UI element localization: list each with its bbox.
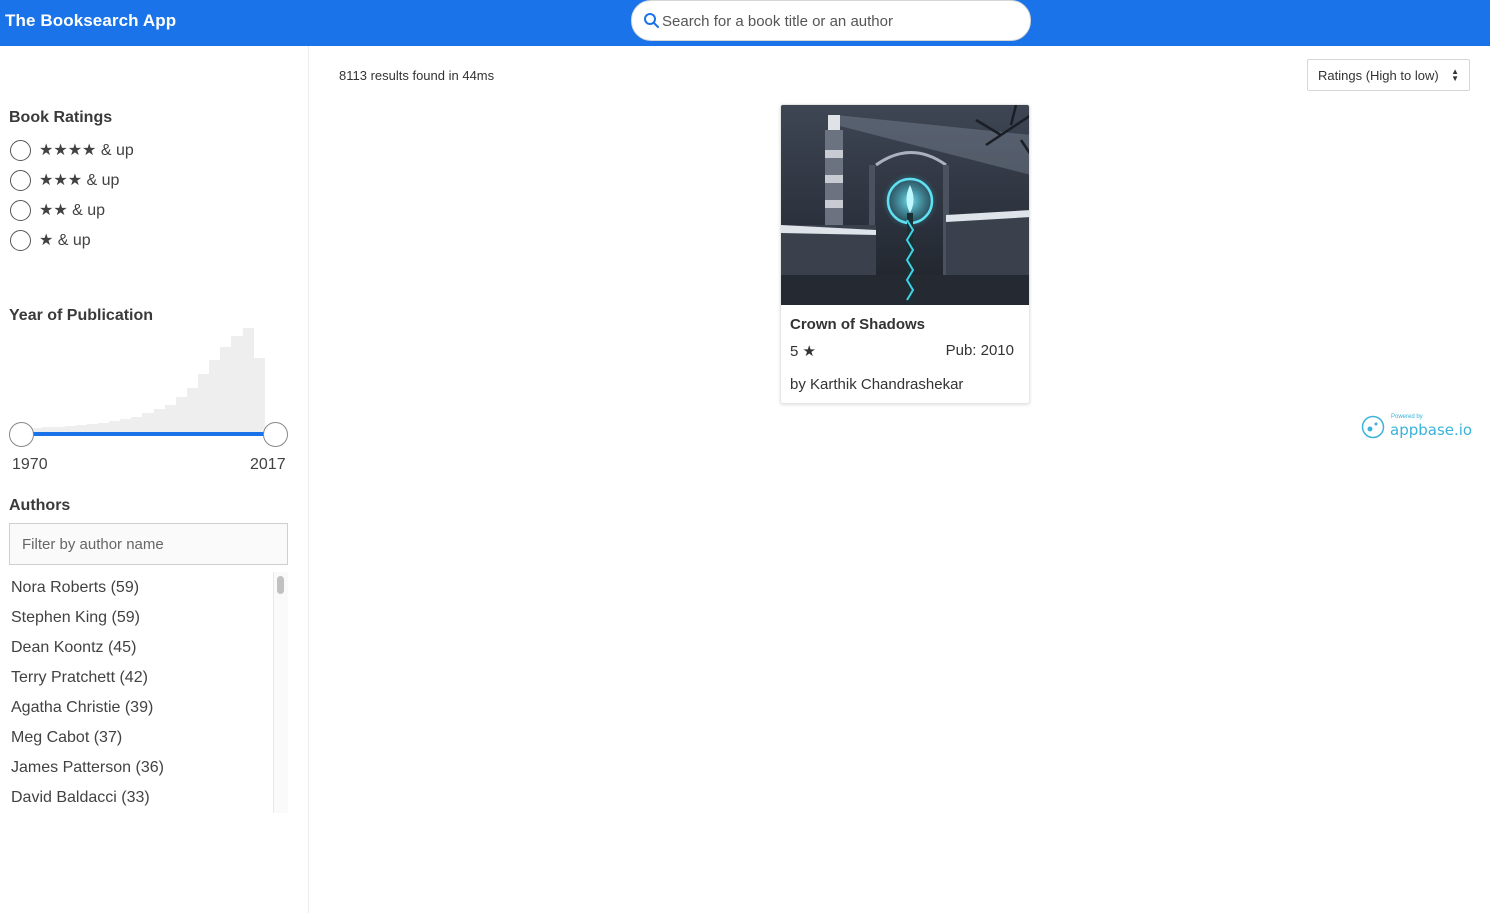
author-list-scrollbar[interactable] — [273, 572, 288, 813]
book-cover-image — [781, 105, 1029, 305]
histogram-bar — [231, 335, 244, 436]
results-summary: 8113 results found in 44ms — [339, 68, 495, 83]
appbase-brand-text: appbase.io — [1390, 421, 1473, 439]
rating-option-label: ★★★★ & up — [39, 142, 134, 159]
book-author: by Karthik Chandrashekar — [790, 376, 964, 393]
ratings-filter-title: Book Ratings — [9, 109, 113, 126]
rating-option-2[interactable]: ★★ & up — [10, 199, 105, 221]
book-rating: 5 ★ — [790, 343, 816, 360]
radio-button[interactable] — [10, 199, 31, 221]
rating-option-4[interactable]: ★★★★ & up — [10, 139, 134, 161]
author-item[interactable]: Agatha Christie (39) — [11, 699, 153, 717]
author-item[interactable]: David Baldacci (33) — [11, 789, 150, 807]
scrollbar-thumb[interactable] — [277, 576, 284, 594]
powered-by-text: Powered by — [1391, 414, 1423, 420]
sort-selected-label: Ratings (High to low) — [1318, 67, 1439, 83]
search-box[interactable] — [631, 0, 1031, 41]
authors-filter-title: Authors — [9, 497, 71, 514]
rating-option-3[interactable]: ★★★ & up — [10, 169, 119, 191]
year-histogram — [20, 328, 277, 436]
book-card[interactable]: Crown of Shadows 5 ★ Pub: 2010 by Karthi… — [780, 104, 1030, 404]
powered-by-appbase[interactable]: Powered by appbase.io — [1361, 412, 1473, 442]
author-item[interactable]: Nora Roberts (59) — [11, 579, 139, 597]
rating-option-1[interactable]: ★ & up — [10, 229, 91, 251]
book-title[interactable]: Crown of Shadows — [790, 316, 925, 333]
author-filter-input[interactable] — [9, 523, 288, 565]
year-range-min-handle[interactable] — [9, 422, 34, 447]
rating-option-label: ★★★ & up — [39, 172, 120, 189]
radio-button[interactable] — [10, 169, 31, 191]
year-range-max-handle[interactable] — [263, 422, 288, 447]
author-item[interactable]: Meg Cabot (37) — [11, 729, 122, 747]
app-title[interactable]: The Booksearch App — [5, 11, 176, 31]
year-min-label: 1970 — [12, 456, 48, 473]
search-icon — [644, 13, 659, 28]
histogram-bar — [242, 328, 255, 436]
search-input[interactable] — [662, 3, 1022, 39]
year-range-track[interactable] — [21, 432, 276, 436]
top-navbar: The Booksearch App — [0, 0, 1490, 46]
histogram-bar — [175, 397, 188, 436]
histogram-bar — [220, 347, 232, 436]
appbase-logo-icon — [1361, 415, 1385, 439]
author-item[interactable]: Terry Pratchett (42) — [11, 669, 148, 687]
histogram-bar — [198, 374, 210, 436]
year-filter-title: Year of Publication — [9, 307, 154, 324]
year-max-label: 2017 — [250, 456, 286, 473]
histogram-bar — [186, 388, 199, 436]
histogram-bar — [253, 358, 266, 436]
author-list: Nora Roberts (59) Stephen King (59) Dean… — [0, 572, 288, 813]
radio-button[interactable] — [10, 229, 31, 251]
author-item[interactable]: James Patterson (36) — [11, 759, 164, 777]
book-publication-year: Pub: 2010 — [945, 342, 1014, 359]
author-item[interactable]: Stephen King (59) — [11, 609, 140, 627]
rating-option-label: ★ & up — [39, 232, 91, 249]
author-item[interactable]: Dean Koontz (45) — [11, 639, 136, 657]
radio-button[interactable] — [10, 139, 31, 161]
rating-option-label: ★★ & up — [39, 202, 106, 219]
select-arrows-icon: ▲ ▼ — [1451, 67, 1459, 83]
sort-select[interactable]: Ratings (High to low) ▲ ▼ — [1307, 59, 1470, 91]
histogram-bar — [209, 360, 221, 436]
